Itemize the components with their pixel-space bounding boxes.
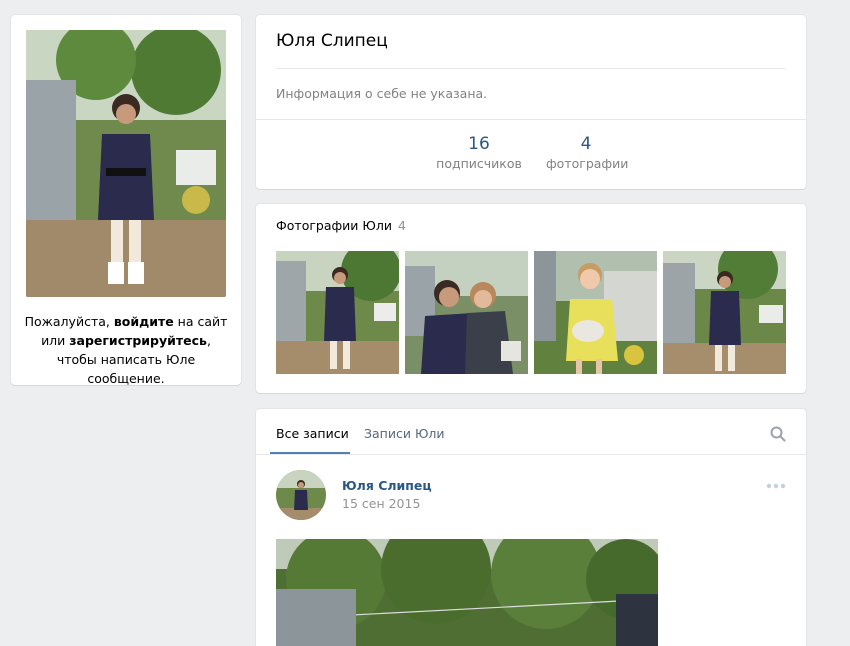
followers-count: 16: [468, 134, 490, 154]
divider: [276, 68, 786, 69]
login-prompt: Пожалуйста, войдите на сайт или зарегист…: [23, 312, 229, 388]
search-icon[interactable]: [770, 426, 786, 442]
photos-block: Фотографии Юли 4: [256, 204, 806, 393]
photos-title-count: 4: [398, 218, 406, 233]
post-photo[interactable]: [276, 539, 658, 646]
photo-thumb-2[interactable]: [405, 251, 528, 374]
more-icon[interactable]: [766, 483, 786, 489]
divider: [256, 119, 806, 120]
profile-info-card: Юля Слипец Информация о себе не указана.…: [256, 15, 806, 189]
photo-woman-dress-icon: [663, 251, 786, 374]
photo-thumb-4[interactable]: [663, 251, 786, 374]
photo-girl-yellow-icon: [534, 251, 657, 374]
profile-avatar-card: Пожалуйста, войдите на сайт или зарегист…: [11, 15, 241, 388]
photos-counter[interactable]: 4 фотографии: [546, 133, 629, 173]
tab-all-posts[interactable]: Все записи: [276, 426, 349, 441]
profile-about: Информация о себе не указана.: [276, 86, 488, 101]
photo-thumb-3[interactable]: [534, 251, 657, 374]
post-date[interactable]: 15 сен 2015: [342, 496, 420, 511]
wall-block: Все записи Записи Юли Юля Слипец 15 сен …: [256, 409, 806, 646]
register-link[interactable]: зарегистрируйтесь: [69, 333, 207, 348]
photos-count: 4: [580, 134, 592, 154]
followers-counter[interactable]: 16 подписчиков: [436, 133, 522, 173]
followers-label: подписчиков: [436, 156, 522, 171]
login-link[interactable]: войдите: [114, 314, 174, 329]
divider: [256, 454, 806, 455]
photos-label: фотографии: [546, 156, 629, 171]
photos-header[interactable]: Фотографии Юли 4: [276, 218, 406, 233]
photo-two-women-icon: [405, 251, 528, 374]
photo-thumb-1[interactable]: [276, 251, 399, 374]
login-note-pre: Пожалуйста,: [24, 314, 114, 329]
tab-user-posts[interactable]: Записи Юли: [364, 426, 445, 441]
page-title: Юля Слипец: [276, 31, 388, 51]
photos-title: Фотографии Юли: [276, 218, 393, 233]
photo-woman-dress-icon: [276, 251, 399, 374]
profile-photo[interactable]: [26, 30, 226, 297]
post-author-avatar[interactable]: [276, 470, 326, 520]
post-author-name[interactable]: Юля Слипец: [342, 478, 432, 493]
